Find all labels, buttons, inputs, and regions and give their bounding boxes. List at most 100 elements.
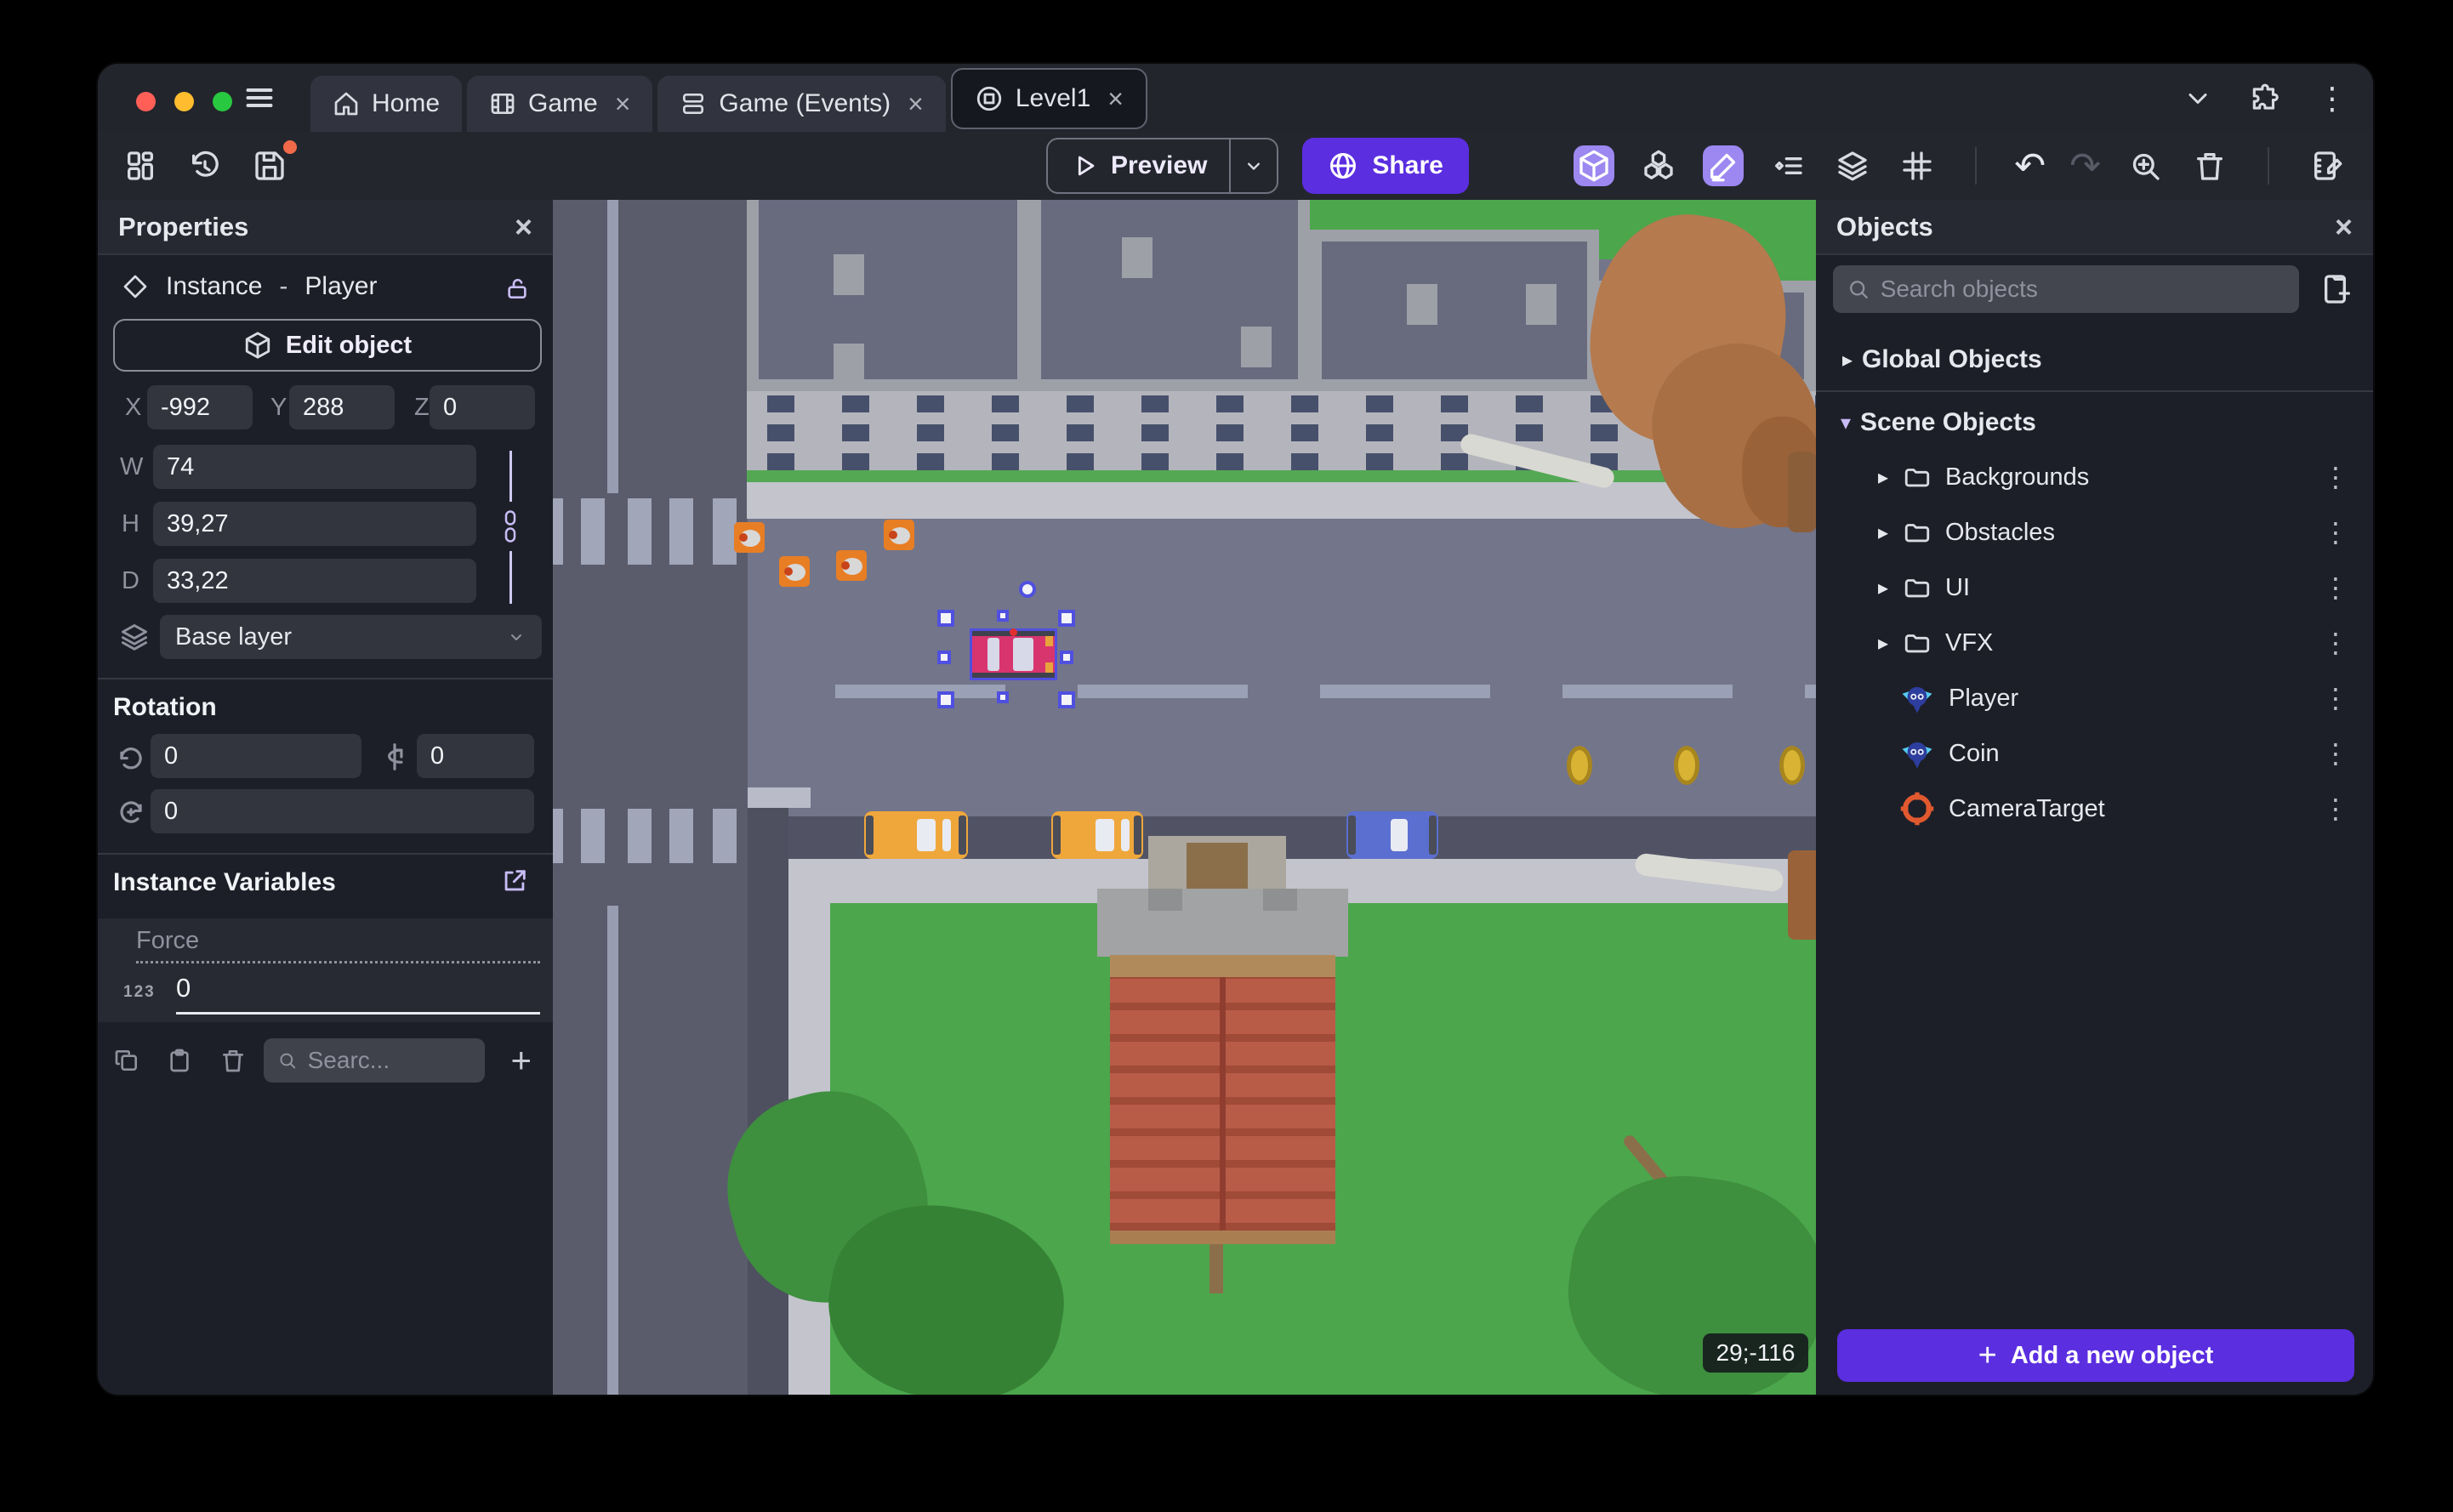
selection-handle[interactable]: [937, 610, 954, 627]
redo-icon[interactable]: ↷: [2069, 145, 2101, 188]
3d-view-toggle-button[interactable]: [1574, 145, 1615, 186]
item-menu-kebab-icon[interactable]: ⋮: [2322, 461, 2349, 493]
npc-car-yellow[interactable]: [1051, 811, 1143, 859]
chevron-down-icon[interactable]: [2183, 83, 2213, 114]
tab-game[interactable]: Game ×: [467, 76, 653, 132]
objects-mode-button[interactable]: [1638, 145, 1679, 186]
selection-handle[interactable]: [1058, 691, 1075, 708]
rotation-x-input[interactable]: [151, 734, 361, 778]
group-scene-objects[interactable]: ▾ Scene Objects: [1816, 397, 2373, 448]
traffic-cone[interactable]: [779, 556, 810, 587]
tree-item-cameratarget[interactable]: CameraTarget ⋮: [1816, 783, 2373, 834]
selection-handle[interactable]: [997, 691, 1009, 703]
delete-variable-icon[interactable]: [219, 1047, 247, 1074]
item-menu-kebab-icon[interactable]: ⋮: [2322, 737, 2349, 770]
building-roof[interactable]: [1310, 230, 1599, 391]
chevron-right-icon[interactable]: ▸: [1869, 631, 1898, 656]
selection-handle[interactable]: [997, 610, 1009, 622]
share-button[interactable]: Share: [1302, 138, 1469, 194]
chevron-down-icon[interactable]: ▾: [1831, 411, 1860, 435]
preview-split-button[interactable]: Preview: [1046, 138, 1279, 194]
variable-search[interactable]: [264, 1038, 485, 1083]
item-menu-kebab-icon[interactable]: ⋮: [2322, 571, 2349, 604]
delete-button[interactable]: [2189, 145, 2230, 186]
rotation-handle[interactable]: [1019, 581, 1036, 598]
group-global-objects[interactable]: ▸ Global Objects: [1816, 334, 2373, 385]
rotation-z-input[interactable]: [151, 789, 534, 833]
close-window-button[interactable]: [136, 92, 156, 111]
width-input[interactable]: [153, 445, 476, 489]
preview-options-button[interactable]: [1229, 139, 1277, 192]
history-button[interactable]: [185, 145, 225, 186]
edit-scene-properties-button[interactable]: [2307, 145, 2348, 186]
item-menu-kebab-icon[interactable]: ⋮: [2322, 516, 2349, 549]
traffic-cone[interactable]: [836, 550, 867, 581]
open-variables-external-icon[interactable]: [500, 867, 529, 895]
chevron-right-icon[interactable]: ▸: [1869, 576, 1898, 600]
selection-handle[interactable]: [1058, 610, 1075, 627]
paste-icon[interactable]: [166, 1047, 193, 1074]
depth-input[interactable]: [153, 559, 476, 603]
link-dimensions-icon[interactable]: [498, 508, 523, 545]
selection-handle[interactable]: [937, 651, 951, 664]
edit-object-button[interactable]: Edit object: [113, 319, 542, 372]
chevron-right-icon[interactable]: ▸: [1869, 465, 1898, 490]
preview-button[interactable]: Preview: [1048, 151, 1229, 180]
npc-car-yellow[interactable]: [864, 811, 968, 859]
coin[interactable]: [1779, 746, 1805, 785]
building-roof[interactable]: [747, 200, 1029, 391]
layer-select[interactable]: Base layer: [160, 615, 542, 659]
objects-search[interactable]: [1833, 265, 2299, 313]
x-input[interactable]: [147, 385, 253, 429]
item-menu-kebab-icon[interactable]: ⋮: [2322, 793, 2349, 825]
variable-name[interactable]: Force: [136, 927, 199, 955]
add-variable-icon[interactable]: +: [510, 1040, 532, 1081]
copy-icon[interactable]: [113, 1047, 140, 1074]
objects-search-input[interactable]: [1880, 276, 2285, 303]
coin[interactable]: [1567, 746, 1592, 785]
height-input[interactable]: [153, 502, 476, 546]
tree-item-backgrounds[interactable]: ▸ Backgrounds ⋮: [1816, 452, 2373, 503]
undo-icon[interactable]: ↶: [2014, 145, 2046, 188]
close-properties-icon[interactable]: ×: [515, 211, 532, 242]
tab-level1[interactable]: Level1 ×: [950, 68, 1147, 129]
coin[interactable]: [1674, 746, 1699, 785]
maximize-window-button[interactable]: [213, 92, 232, 111]
selection-handle[interactable]: [937, 691, 954, 708]
scene-canvas[interactable]: 29;-116: [553, 200, 1816, 1395]
selection-handle[interactable]: [1060, 651, 1073, 664]
item-menu-kebab-icon[interactable]: ⋮: [2322, 682, 2349, 714]
tab-close-icon[interactable]: ×: [1107, 83, 1124, 115]
tree-item-coin[interactable]: Coin ⋮: [1816, 728, 2373, 779]
building-roof[interactable]: [1029, 200, 1310, 391]
unlock-icon[interactable]: [504, 275, 531, 302]
close-objects-icon[interactable]: ×: [2335, 211, 2353, 242]
tab-home[interactable]: Home: [310, 76, 463, 132]
save-button[interactable]: [249, 140, 297, 186]
tree-item-ui[interactable]: ▸ UI ⋮: [1816, 562, 2373, 613]
tab-close-icon[interactable]: ×: [615, 88, 631, 120]
grid-toggle-button[interactable]: [1897, 145, 1938, 186]
z-input[interactable]: [430, 385, 535, 429]
selected-player-car[interactable]: [972, 628, 1055, 678]
extensions-puzzle-icon[interactable]: [2249, 82, 2281, 115]
chevron-right-icon[interactable]: ▸: [1833, 348, 1862, 372]
traffic-cone[interactable]: [734, 522, 765, 553]
item-menu-kebab-icon[interactable]: ⋮: [2322, 627, 2349, 659]
tree-item-player[interactable]: Player ⋮: [1816, 673, 2373, 724]
tree-item-vfx[interactable]: ▸ VFX ⋮: [1816, 617, 2373, 668]
y-input[interactable]: [289, 385, 395, 429]
chevron-right-icon[interactable]: ▸: [1869, 520, 1898, 545]
layers-panel-button[interactable]: [1832, 145, 1873, 186]
variable-value[interactable]: 0: [176, 973, 191, 1003]
tab-game-events[interactable]: Game (Events) ×: [657, 76, 946, 132]
variable-search-input[interactable]: [307, 1047, 471, 1074]
window-menu-kebab-icon[interactable]: ⋮: [2317, 81, 2348, 117]
traffic-cone[interactable]: [884, 520, 914, 550]
edit-mode-button[interactable]: [1703, 145, 1744, 186]
add-folder-icon[interactable]: [2320, 272, 2354, 306]
tab-close-icon[interactable]: ×: [908, 88, 924, 120]
zoom-button[interactable]: [2125, 145, 2166, 186]
layout-panels-button[interactable]: [120, 145, 161, 186]
rotation-y-input[interactable]: [417, 734, 534, 778]
